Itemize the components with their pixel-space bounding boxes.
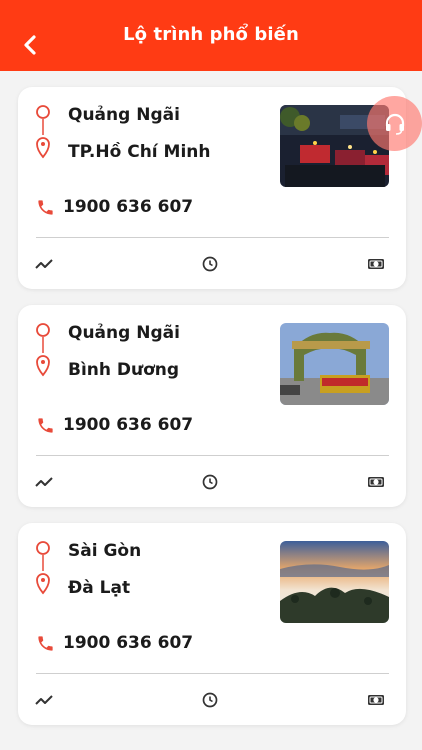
clock-icon <box>202 692 218 708</box>
route-destination: Bình Dương <box>68 360 180 380</box>
back-icon[interactable] <box>20 34 40 56</box>
divider <box>36 237 389 238</box>
hotline-button[interactable]: 1900 636 607 <box>36 415 193 435</box>
route-path-icon <box>36 323 50 377</box>
support-button[interactable] <box>367 96 422 151</box>
route-image <box>280 541 389 623</box>
trend-icon <box>35 695 53 705</box>
route-path-icon <box>36 105 50 159</box>
route-card[interactable]: Sài Gòn Đà Lạt 1900 636 607 <box>18 523 406 725</box>
hotline-number: 1900 636 607 <box>63 633 194 653</box>
route-destination: TP.Hồ Chí Minh <box>68 142 211 162</box>
money-icon <box>368 259 384 269</box>
route-path-icon <box>36 541 50 595</box>
hotline-number: 1900 636 607 <box>63 415 194 435</box>
divider <box>36 455 389 456</box>
route-origin: Quảng Ngãi <box>68 105 180 125</box>
phone-icon <box>38 635 53 651</box>
phone-icon <box>38 199 53 215</box>
clock-icon <box>202 256 218 272</box>
route-card[interactable]: Quảng Ngãi Bình Dương 1900 636 607 <box>18 305 406 507</box>
phone-icon <box>38 417 53 433</box>
route-destination: Đà Lạt <box>68 578 131 598</box>
divider <box>36 673 389 674</box>
clock-icon <box>202 474 218 490</box>
hotline-button[interactable]: 1900 636 607 <box>36 633 193 653</box>
hotline-number: 1900 636 607 <box>63 197 194 217</box>
route-image <box>280 323 389 405</box>
hotline-button[interactable]: 1900 636 607 <box>36 197 193 217</box>
trend-icon <box>35 477 53 487</box>
money-icon <box>368 695 384 705</box>
route-card[interactable]: Quảng Ngãi TP.Hồ Chí Minh 1900 636 607 <box>18 87 406 289</box>
trend-icon <box>35 259 53 269</box>
page-title: Lộ trình phổ biến <box>123 24 299 45</box>
headset-icon <box>385 113 404 135</box>
app-header: Lộ trình phổ biến <box>0 0 422 71</box>
route-origin: Quảng Ngãi <box>68 323 180 343</box>
money-icon <box>368 477 384 487</box>
route-origin: Sài Gòn <box>68 541 142 561</box>
